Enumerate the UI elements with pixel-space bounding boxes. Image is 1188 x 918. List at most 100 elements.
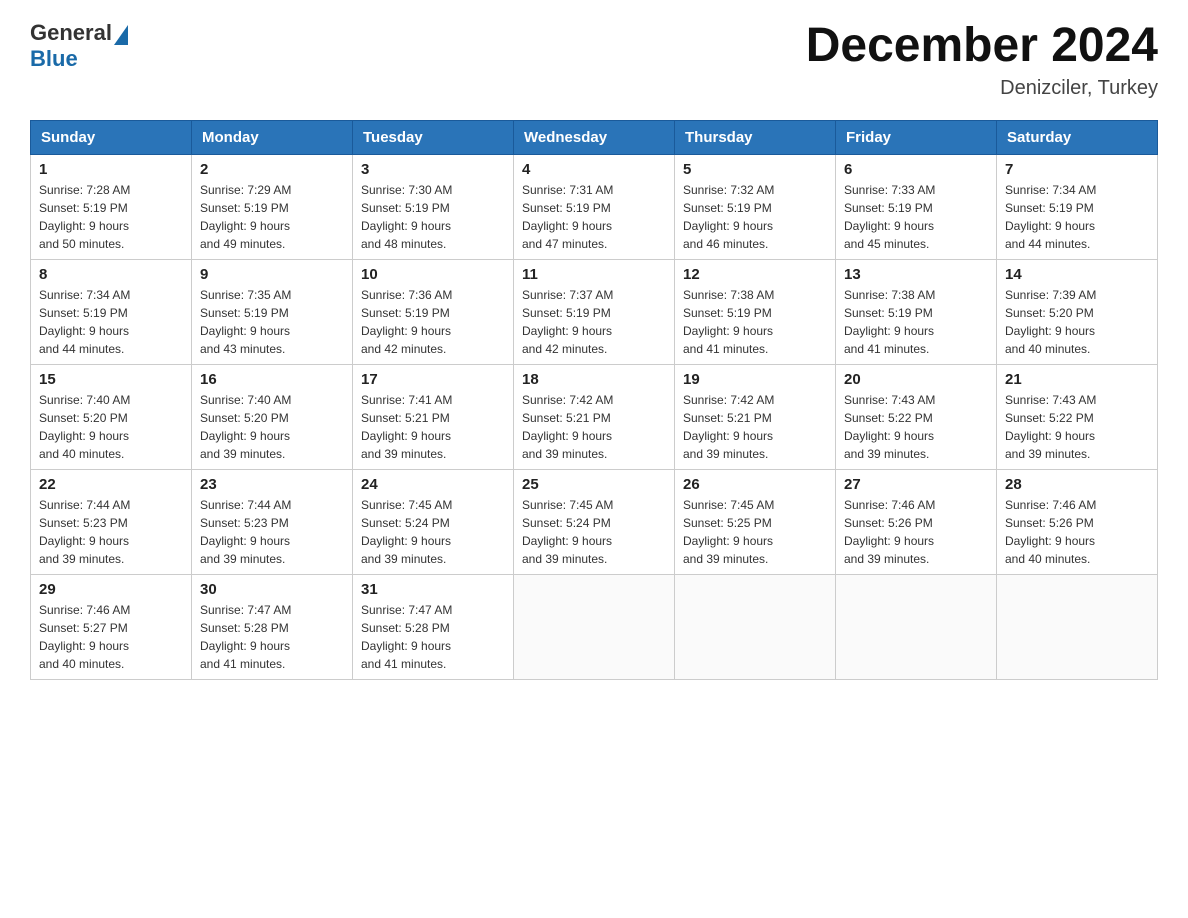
daylight-label: Daylight: 9 hours bbox=[200, 639, 290, 653]
calendar-cell: 10 Sunrise: 7:36 AM Sunset: 5:19 PM Dayl… bbox=[353, 259, 514, 364]
sunrise-label: Sunrise: 7:44 AM bbox=[200, 498, 291, 512]
day-number: 17 bbox=[361, 371, 505, 388]
calendar-week-row: 1 Sunrise: 7:28 AM Sunset: 5:19 PM Dayli… bbox=[31, 154, 1158, 259]
day-number: 27 bbox=[844, 476, 988, 493]
day-info: Sunrise: 7:45 AM Sunset: 5:24 PM Dayligh… bbox=[522, 496, 666, 568]
sunrise-label: Sunrise: 7:38 AM bbox=[844, 288, 935, 302]
day-number: 2 bbox=[200, 161, 344, 178]
logo: General Blue bbox=[30, 20, 130, 72]
sunrise-label: Sunrise: 7:45 AM bbox=[522, 498, 613, 512]
daylight-label: Daylight: 9 hours bbox=[1005, 429, 1095, 443]
day-info: Sunrise: 7:29 AM Sunset: 5:19 PM Dayligh… bbox=[200, 181, 344, 253]
weekday-header-tuesday: Tuesday bbox=[353, 120, 514, 154]
calendar-cell: 12 Sunrise: 7:38 AM Sunset: 5:19 PM Dayl… bbox=[675, 259, 836, 364]
sunrise-label: Sunrise: 7:46 AM bbox=[39, 603, 130, 617]
sunrise-label: Sunrise: 7:42 AM bbox=[522, 393, 613, 407]
sunset-label: Sunset: 5:22 PM bbox=[844, 411, 933, 425]
calendar-cell: 7 Sunrise: 7:34 AM Sunset: 5:19 PM Dayli… bbox=[997, 154, 1158, 259]
day-number: 23 bbox=[200, 476, 344, 493]
daylight-label: Daylight: 9 hours bbox=[200, 219, 290, 233]
daylight-minutes: and 39 minutes. bbox=[683, 447, 768, 461]
calendar-cell: 13 Sunrise: 7:38 AM Sunset: 5:19 PM Dayl… bbox=[836, 259, 997, 364]
calendar-week-row: 8 Sunrise: 7:34 AM Sunset: 5:19 PM Dayli… bbox=[31, 259, 1158, 364]
daylight-minutes: and 39 minutes. bbox=[200, 447, 285, 461]
sunrise-label: Sunrise: 7:47 AM bbox=[361, 603, 452, 617]
calendar-cell: 30 Sunrise: 7:47 AM Sunset: 5:28 PM Dayl… bbox=[192, 574, 353, 679]
daylight-minutes: and 40 minutes. bbox=[1005, 552, 1090, 566]
daylight-label: Daylight: 9 hours bbox=[39, 429, 129, 443]
day-number: 12 bbox=[683, 266, 827, 283]
day-info: Sunrise: 7:32 AM Sunset: 5:19 PM Dayligh… bbox=[683, 181, 827, 253]
sunset-label: Sunset: 5:27 PM bbox=[39, 621, 128, 635]
day-number: 11 bbox=[522, 266, 666, 283]
daylight-minutes: and 42 minutes. bbox=[361, 342, 446, 356]
daylight-label: Daylight: 9 hours bbox=[361, 219, 451, 233]
day-info: Sunrise: 7:35 AM Sunset: 5:19 PM Dayligh… bbox=[200, 286, 344, 358]
day-info: Sunrise: 7:38 AM Sunset: 5:19 PM Dayligh… bbox=[683, 286, 827, 358]
calendar-cell: 18 Sunrise: 7:42 AM Sunset: 5:21 PM Dayl… bbox=[514, 364, 675, 469]
calendar-week-row: 22 Sunrise: 7:44 AM Sunset: 5:23 PM Dayl… bbox=[31, 469, 1158, 574]
daylight-label: Daylight: 9 hours bbox=[39, 219, 129, 233]
day-info: Sunrise: 7:38 AM Sunset: 5:19 PM Dayligh… bbox=[844, 286, 988, 358]
sunset-label: Sunset: 5:26 PM bbox=[844, 516, 933, 530]
calendar-table: SundayMondayTuesdayWednesdayThursdayFrid… bbox=[30, 120, 1158, 680]
daylight-minutes: and 43 minutes. bbox=[200, 342, 285, 356]
sunrise-label: Sunrise: 7:39 AM bbox=[1005, 288, 1096, 302]
sunrise-label: Sunrise: 7:43 AM bbox=[1005, 393, 1096, 407]
logo-triangle-icon bbox=[114, 25, 128, 45]
daylight-label: Daylight: 9 hours bbox=[39, 639, 129, 653]
calendar-cell: 23 Sunrise: 7:44 AM Sunset: 5:23 PM Dayl… bbox=[192, 469, 353, 574]
daylight-minutes: and 39 minutes. bbox=[844, 447, 929, 461]
day-info: Sunrise: 7:42 AM Sunset: 5:21 PM Dayligh… bbox=[683, 391, 827, 463]
day-number: 25 bbox=[522, 476, 666, 493]
daylight-label: Daylight: 9 hours bbox=[1005, 324, 1095, 338]
weekday-header-saturday: Saturday bbox=[997, 120, 1158, 154]
day-info: Sunrise: 7:34 AM Sunset: 5:19 PM Dayligh… bbox=[1005, 181, 1149, 253]
sunrise-label: Sunrise: 7:34 AM bbox=[1005, 183, 1096, 197]
sunrise-label: Sunrise: 7:40 AM bbox=[39, 393, 130, 407]
day-info: Sunrise: 7:45 AM Sunset: 5:25 PM Dayligh… bbox=[683, 496, 827, 568]
daylight-label: Daylight: 9 hours bbox=[361, 639, 451, 653]
daylight-minutes: and 39 minutes. bbox=[844, 552, 929, 566]
day-number: 26 bbox=[683, 476, 827, 493]
sunset-label: Sunset: 5:19 PM bbox=[683, 306, 772, 320]
daylight-label: Daylight: 9 hours bbox=[683, 429, 773, 443]
calendar-cell: 21 Sunrise: 7:43 AM Sunset: 5:22 PM Dayl… bbox=[997, 364, 1158, 469]
day-info: Sunrise: 7:42 AM Sunset: 5:21 PM Dayligh… bbox=[522, 391, 666, 463]
calendar-cell: 17 Sunrise: 7:41 AM Sunset: 5:21 PM Dayl… bbox=[353, 364, 514, 469]
calendar-cell: 31 Sunrise: 7:47 AM Sunset: 5:28 PM Dayl… bbox=[353, 574, 514, 679]
day-number: 16 bbox=[200, 371, 344, 388]
calendar-cell: 19 Sunrise: 7:42 AM Sunset: 5:21 PM Dayl… bbox=[675, 364, 836, 469]
weekday-header-friday: Friday bbox=[836, 120, 997, 154]
daylight-minutes: and 41 minutes. bbox=[844, 342, 929, 356]
day-number: 13 bbox=[844, 266, 988, 283]
daylight-label: Daylight: 9 hours bbox=[844, 429, 934, 443]
day-number: 15 bbox=[39, 371, 183, 388]
sunrise-label: Sunrise: 7:33 AM bbox=[844, 183, 935, 197]
daylight-minutes: and 40 minutes. bbox=[39, 447, 124, 461]
calendar-cell: 24 Sunrise: 7:45 AM Sunset: 5:24 PM Dayl… bbox=[353, 469, 514, 574]
daylight-label: Daylight: 9 hours bbox=[844, 534, 934, 548]
sunset-label: Sunset: 5:19 PM bbox=[200, 201, 289, 215]
daylight-minutes: and 45 minutes. bbox=[844, 237, 929, 251]
day-number: 22 bbox=[39, 476, 183, 493]
day-info: Sunrise: 7:28 AM Sunset: 5:19 PM Dayligh… bbox=[39, 181, 183, 253]
title-section: December 2024 Denizciler, Turkey bbox=[806, 20, 1158, 100]
sunrise-label: Sunrise: 7:45 AM bbox=[683, 498, 774, 512]
calendar-header: SundayMondayTuesdayWednesdayThursdayFrid… bbox=[31, 120, 1158, 154]
daylight-minutes: and 41 minutes. bbox=[361, 657, 446, 671]
daylight-label: Daylight: 9 hours bbox=[844, 324, 934, 338]
calendar-cell: 27 Sunrise: 7:46 AM Sunset: 5:26 PM Dayl… bbox=[836, 469, 997, 574]
daylight-minutes: and 41 minutes. bbox=[683, 342, 768, 356]
calendar-cell: 25 Sunrise: 7:45 AM Sunset: 5:24 PM Dayl… bbox=[514, 469, 675, 574]
day-number: 8 bbox=[39, 266, 183, 283]
page-header: General Blue December 2024 Denizciler, T… bbox=[30, 20, 1158, 100]
sunset-label: Sunset: 5:21 PM bbox=[522, 411, 611, 425]
weekday-header-wednesday: Wednesday bbox=[514, 120, 675, 154]
sunset-label: Sunset: 5:20 PM bbox=[39, 411, 128, 425]
daylight-minutes: and 42 minutes. bbox=[522, 342, 607, 356]
day-number: 4 bbox=[522, 161, 666, 178]
daylight-label: Daylight: 9 hours bbox=[361, 534, 451, 548]
day-info: Sunrise: 7:31 AM Sunset: 5:19 PM Dayligh… bbox=[522, 181, 666, 253]
weekday-header-row: SundayMondayTuesdayWednesdayThursdayFrid… bbox=[31, 120, 1158, 154]
